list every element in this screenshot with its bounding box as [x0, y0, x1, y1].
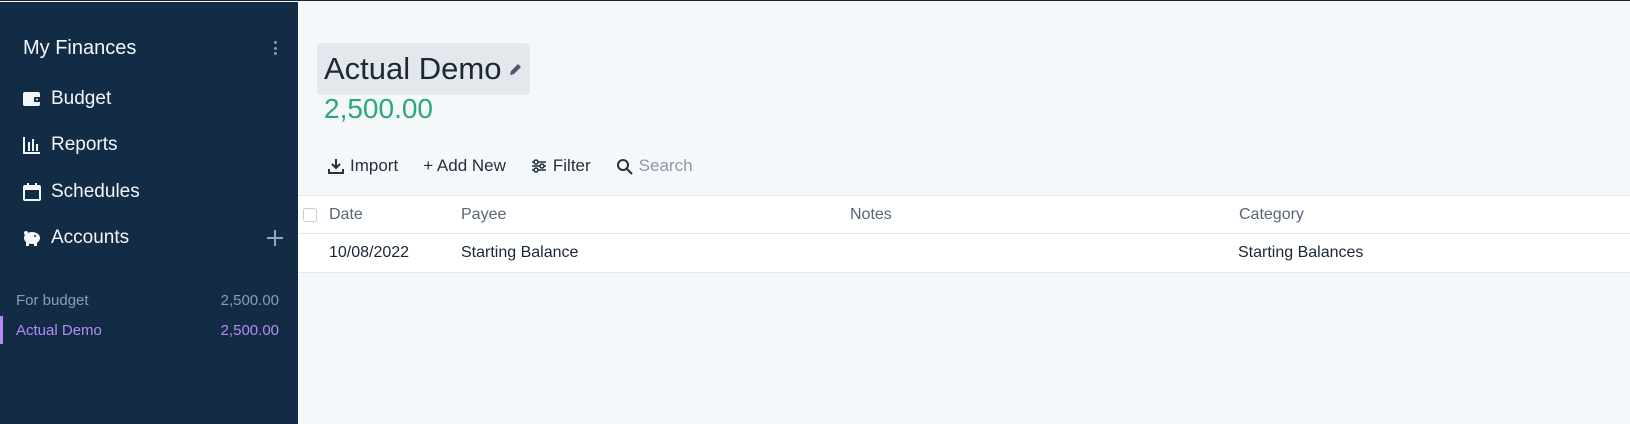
account-balance-total[interactable]: 2,500.00 [324, 93, 433, 125]
sidebar-item-budget[interactable]: Budget [22, 83, 284, 115]
column-header-date[interactable]: Date [329, 196, 363, 233]
bar-chart-icon [22, 135, 42, 155]
search-input[interactable] [638, 156, 799, 176]
search-box[interactable] [616, 156, 799, 176]
search-icon [616, 158, 633, 175]
for-budget-label: For budget [16, 291, 89, 309]
piggy-bank-icon [22, 228, 42, 248]
transactions-table: Date Payee Notes Category 10/08/2022 Sta… [298, 195, 1630, 273]
pencil-icon[interactable] [509, 62, 523, 76]
import-button[interactable]: Import [328, 156, 398, 176]
column-header-payee[interactable]: Payee [461, 196, 506, 233]
filter-label: Filter [552, 156, 591, 175]
for-budget-group[interactable]: For budget 2,500.00 [0, 286, 298, 314]
sidebar-item-label: Accounts [51, 227, 130, 248]
table-header: Date Payee Notes Category [298, 195, 1630, 234]
add-account-icon[interactable] [266, 229, 284, 247]
wallet-icon [22, 89, 42, 109]
sidebar: My Finances Budget Reports Schedules Acc… [0, 2, 298, 424]
more-options-icon[interactable] [267, 38, 283, 58]
download-icon [328, 159, 344, 174]
column-header-category[interactable]: Category [1239, 196, 1304, 233]
account-title-editor[interactable]: Actual Demo [317, 43, 531, 95]
sidebar-item-label: Schedules [51, 181, 140, 202]
page-title: Actual Demo [324, 51, 502, 86]
sidebar-header: My Finances [23, 35, 283, 61]
column-header-notes[interactable]: Notes [850, 196, 892, 233]
select-all-checkbox[interactable] [303, 208, 317, 222]
account-view: Actual Demo 2,500.00 Import + Add New Fi… [298, 2, 1630, 424]
account-name: Actual Demo [16, 321, 102, 339]
cell-category[interactable]: Starting Balances [1238, 234, 1363, 272]
sidebar-item-label: Reports [51, 134, 118, 155]
table-row[interactable]: 10/08/2022 Starting Balance Starting Bal… [298, 234, 1630, 273]
sidebar-account-actual-demo[interactable]: Actual Demo 2,500.00 [0, 316, 298, 344]
import-label: Import [350, 156, 399, 175]
cell-payee[interactable]: Starting Balance [461, 234, 578, 272]
for-budget-balance: 2,500.00 [220, 291, 279, 309]
filter-icon [531, 159, 546, 173]
sidebar-item-schedules[interactable]: Schedules [22, 176, 284, 208]
add-new-button[interactable]: + Add New [423, 156, 506, 176]
sidebar-item-label: Budget [51, 88, 112, 109]
calendar-icon [22, 182, 42, 202]
sidebar-item-accounts[interactable]: Accounts [22, 222, 284, 254]
budget-file-title[interactable]: My Finances [23, 37, 136, 60]
account-balance: 2,500.00 [220, 321, 279, 339]
toolbar: Import + Add New Filter [328, 154, 799, 178]
cell-date[interactable]: 10/08/2022 [329, 234, 409, 272]
filter-button[interactable]: Filter [531, 156, 591, 176]
sidebar-item-reports[interactable]: Reports [22, 129, 284, 161]
add-new-label: + Add New [423, 156, 506, 175]
